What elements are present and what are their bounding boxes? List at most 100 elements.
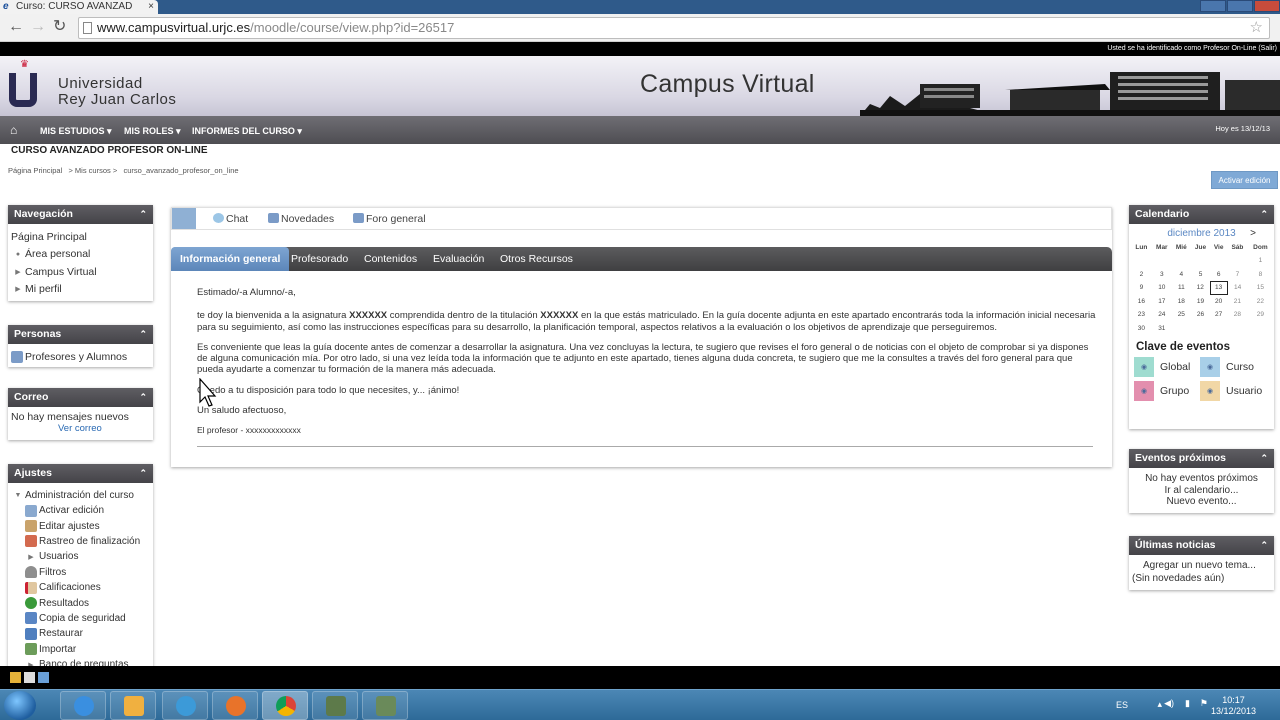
calendar-day[interactable]: 30 [1131, 322, 1152, 336]
calendar-day[interactable]: 28 [1227, 308, 1248, 322]
novedades-link[interactable]: Novedades [268, 213, 334, 225]
tray-arrow-icon[interactable]: ▴ [1157, 699, 1162, 710]
calendario-header[interactable]: Calendario ⌃ [1129, 205, 1274, 224]
chat-link[interactable]: Chat [213, 213, 248, 225]
bookmark-star-icon[interactable]: ☆ [1250, 18, 1263, 38]
calendar-day[interactable]: 27 [1210, 308, 1227, 322]
taskbar-chrome[interactable] [262, 691, 308, 720]
calendar-day[interactable]: 23 [1131, 308, 1152, 322]
ajustes-item-calificaciones[interactable]: Calificaciones [11, 580, 150, 595]
tab-evaluacion[interactable]: Evaluación [424, 247, 493, 271]
correo-header[interactable]: Correo ⌃ [8, 388, 153, 407]
ajustes-item-restaurar[interactable]: Restaurar [11, 626, 150, 641]
calendar-day[interactable]: 17 [1152, 295, 1172, 309]
personas-header[interactable]: Personas ⌃ [8, 325, 153, 344]
maximize-button[interactable] [1227, 0, 1253, 12]
flag-icon[interactable]: ⚑ [1200, 698, 1208, 709]
calendar-day[interactable]: 4 [1172, 268, 1191, 282]
ajustes-item-copia-seguridad[interactable]: Copia de seguridad [11, 611, 150, 626]
eye-icon[interactable]: ◉ [1134, 381, 1154, 401]
browser-tab[interactable]: e Curso: CURSO AVANZAD × [0, 0, 158, 14]
expand-arrow-icon[interactable]: ▶ [11, 268, 25, 276]
collapse-arrow-icon[interactable]: ▼ [11, 492, 25, 499]
taskbar-ie[interactable] [60, 691, 106, 720]
calendar-day[interactable]: 15 [1248, 281, 1273, 295]
back-arrow-icon[interactable]: ← [8, 18, 24, 36]
taskbar-firefox[interactable] [212, 691, 258, 720]
tab-profesorado[interactable]: Profesorado [282, 247, 357, 271]
next-month-icon[interactable]: > [1250, 228, 1256, 239]
event-key-usuario[interactable]: ◉ Usuario [1200, 381, 1266, 401]
calendar-day[interactable]: 8 [1248, 268, 1273, 282]
ajustes-header[interactable]: Ajustes ⌃ [8, 464, 153, 483]
calendar-day[interactable]: 31 [1152, 322, 1172, 336]
network-icon[interactable]: ▮ [1185, 698, 1190, 709]
calendar-day[interactable]: 11 [1172, 281, 1191, 295]
ajustes-item-importar[interactable]: Importar [11, 642, 150, 657]
start-button[interactable] [4, 691, 36, 720]
ajustes-item-rastreo[interactable]: Rastreo de finalización [11, 534, 150, 549]
calendar-day[interactable]: 6 [1210, 268, 1227, 282]
ajustes-item-resultados[interactable]: Resultados [11, 595, 150, 610]
collapse-icon[interactable]: ⌃ [139, 464, 147, 483]
ajustes-item-editar-ajustes[interactable]: Editar ajustes [11, 518, 150, 533]
collapse-icon[interactable]: ⌃ [139, 388, 147, 407]
admin-curso-item[interactable]: ▼ Administración del curso [11, 487, 150, 503]
calendar-day[interactable]: 29 [1248, 308, 1273, 322]
collapse-icon[interactable]: ⌃ [1260, 536, 1268, 555]
tab-close-icon[interactable]: × [148, 0, 154, 14]
collapse-icon[interactable]: ⌃ [1260, 449, 1268, 468]
nav-item-mi-perfil[interactable]: ▶ Mi perfil [11, 281, 150, 299]
calendar-day[interactable]: 14 [1227, 281, 1248, 295]
calendar-day[interactable]: 2 [1131, 268, 1152, 282]
collapse-icon[interactable]: ⌃ [1260, 205, 1268, 224]
navegacion-header[interactable]: Navegación ⌃ [8, 205, 153, 224]
taskbar-app3[interactable] [362, 691, 408, 720]
calendar-day[interactable]: 18 [1172, 295, 1191, 309]
address-bar[interactable]: www.campusvirtual.urjc.es/moodle/course/… [78, 17, 1270, 39]
tab-informacion-general[interactable]: Información general [171, 247, 290, 271]
event-key-curso[interactable]: ◉ Curso [1200, 357, 1266, 377]
close-window-button[interactable] [1254, 0, 1280, 12]
eye-icon[interactable]: ◉ [1200, 381, 1220, 401]
calendar-day[interactable]: 16 [1131, 295, 1152, 309]
minimize-button[interactable] [1200, 0, 1226, 12]
ir-calendario-link[interactable]: Ir al calendario... [1132, 485, 1271, 497]
event-key-grupo[interactable]: ◉ Grupo [1134, 381, 1200, 401]
calendar-day[interactable]: 13 [1209, 280, 1228, 295]
ver-correo-link[interactable]: Ver correo [11, 423, 150, 435]
calendar-day[interactable]: 5 [1191, 268, 1211, 282]
calendar-day[interactable]: 3 [1152, 268, 1172, 282]
tab-contenidos[interactable]: Contenidos [355, 247, 426, 271]
home-icon[interactable]: ⌂ [10, 123, 17, 137]
tool-icon[interactable] [10, 672, 21, 683]
calendar-day[interactable]: 9 [1131, 281, 1152, 295]
calendar-day[interactable]: 12 [1191, 281, 1211, 295]
taskbar-app[interactable] [162, 691, 208, 720]
calendar-month[interactable]: diciembre 2013 [1167, 228, 1235, 239]
ajustes-item-activar-edicion[interactable]: Activar edición [11, 503, 150, 518]
nav-item-pagina-principal[interactable]: Página Principal [11, 228, 150, 246]
forward-arrow-icon[interactable]: → [30, 18, 46, 36]
calendar-day[interactable]: 22 [1248, 295, 1273, 309]
taskbar-app2[interactable] [312, 691, 358, 720]
app-icon[interactable] [38, 672, 49, 683]
calendar-day[interactable]: 10 [1152, 281, 1172, 295]
activity-toggle-icon[interactable] [172, 208, 196, 229]
calendar-day[interactable]: 1 [1248, 254, 1273, 268]
expand-arrow-icon[interactable]: ▶ [25, 553, 37, 561]
collapse-icon[interactable]: ⌃ [139, 325, 147, 344]
language-indicator[interactable]: ES [1116, 700, 1128, 710]
menu-mis-roles[interactable]: MIS ROLES ▾ [124, 126, 181, 137]
calendar-day[interactable]: 20 [1210, 295, 1227, 309]
personas-item[interactable]: Profesores y Alumnos [11, 348, 150, 366]
agregar-tema-link[interactable]: Agregar un nuevo tema... [1132, 560, 1271, 573]
calendar-day[interactable]: 24 [1152, 308, 1172, 322]
tab-otros-recursos[interactable]: Otros Recursos [491, 247, 582, 271]
noticias-header[interactable]: Últimas noticias ⌃ [1129, 536, 1274, 555]
menu-mis-estudios[interactable]: MIS ESTUDIOS ▾ [40, 126, 112, 137]
collapse-icon[interactable]: ⌃ [139, 205, 147, 224]
eye-icon[interactable]: ◉ [1200, 357, 1220, 377]
calendar-day[interactable]: 25 [1172, 308, 1191, 322]
taskbar-media[interactable] [110, 691, 156, 720]
